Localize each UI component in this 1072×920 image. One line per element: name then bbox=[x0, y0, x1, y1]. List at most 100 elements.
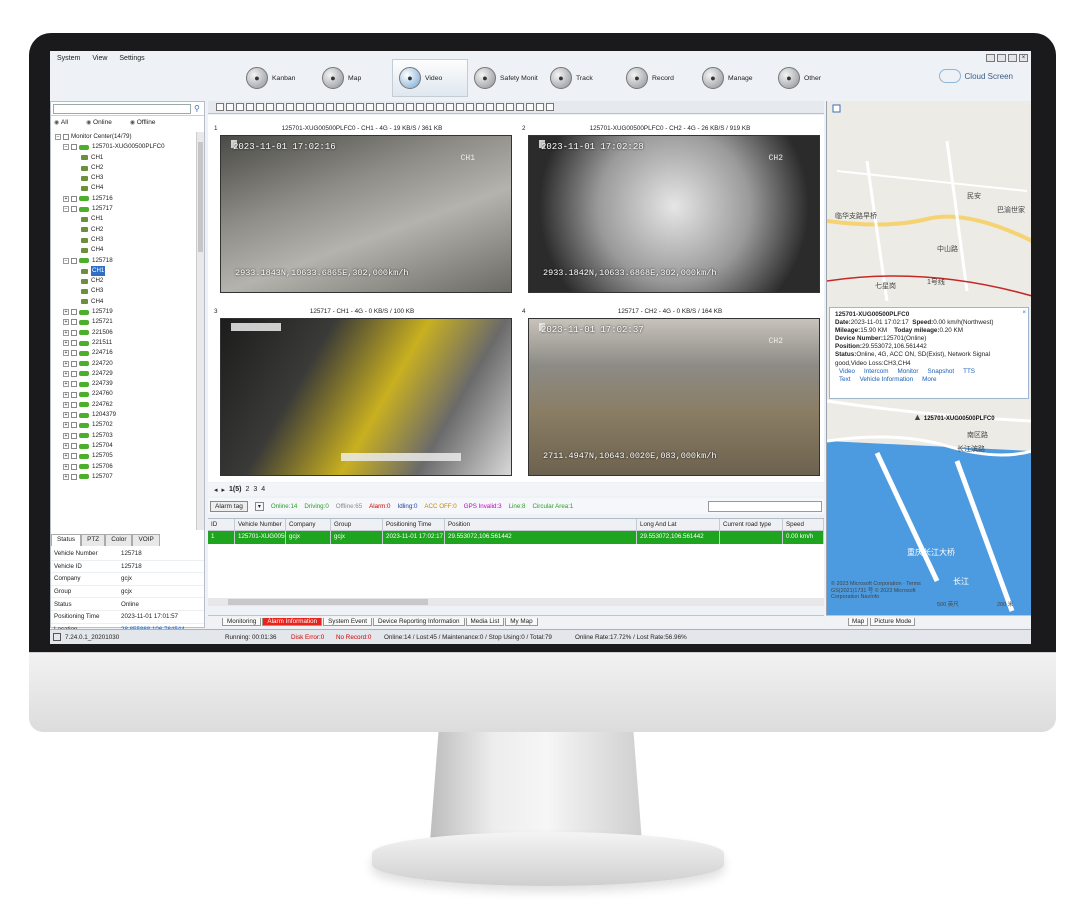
tree-channel[interactable]: CH4 bbox=[51, 245, 197, 255]
toolbar-button-icon[interactable] bbox=[366, 103, 374, 111]
grid-scrollbar[interactable] bbox=[208, 598, 824, 606]
tree-vehicle[interactable]: +224739 bbox=[51, 379, 197, 389]
tree-vehicle[interactable]: +125703 bbox=[51, 431, 197, 441]
alarm-stat[interactable]: Circular Area:1 bbox=[532, 503, 573, 510]
search-icon[interactable]: ⚲ bbox=[194, 104, 200, 113]
column-header[interactable]: Vehicle Number bbox=[235, 519, 286, 530]
toolbar-button-icon[interactable] bbox=[266, 103, 274, 111]
nav-map-button[interactable]: ● Map bbox=[316, 59, 392, 97]
toolbar-button-icon[interactable] bbox=[346, 103, 354, 111]
bottom-tab-alarm-information[interactable]: Alarm Information bbox=[262, 617, 323, 626]
popup-link-snapshot[interactable]: Snapshot bbox=[928, 368, 955, 375]
alarm-stat[interactable]: Idling:0 bbox=[397, 503, 417, 510]
video-page-tab[interactable]: 3 bbox=[253, 486, 257, 493]
video-page-tab[interactable]: 2 bbox=[245, 486, 249, 493]
tree-channel[interactable]: CH3 bbox=[51, 173, 197, 183]
tree-channel[interactable]: CH2 bbox=[51, 276, 197, 286]
map-tab-map[interactable]: Map bbox=[848, 617, 869, 626]
filter-offline[interactable]: Offline bbox=[130, 119, 156, 126]
toolbar-button-icon[interactable] bbox=[336, 103, 344, 111]
tab-ptz[interactable]: PTZ bbox=[81, 534, 106, 546]
expand-toggle-icon[interactable]: − bbox=[55, 134, 61, 141]
vehicle-marker[interactable]: ▲ 125701-XUG00500PLFC0 bbox=[913, 412, 995, 422]
map-tab-picture-mode[interactable]: Picture Mode bbox=[870, 617, 916, 626]
tree-channel[interactable]: CH2 bbox=[51, 163, 197, 173]
tree-channel[interactable]: CH2 bbox=[51, 225, 197, 235]
tree-channel[interactable]: CH1 bbox=[51, 265, 197, 277]
popup-link-intercom[interactable]: Intercom bbox=[864, 368, 889, 375]
next-page-icon[interactable]: ▸ bbox=[222, 486, 226, 494]
filter-all[interactable]: All bbox=[54, 119, 68, 126]
toolbar-button-icon[interactable] bbox=[436, 103, 444, 111]
expand-toggle-icon[interactable]: + bbox=[63, 329, 69, 336]
toolbar-button-icon[interactable] bbox=[506, 103, 514, 111]
restore-icon[interactable] bbox=[986, 54, 995, 62]
toolbar-button-icon[interactable] bbox=[546, 103, 554, 111]
tree-checkbox[interactable] bbox=[71, 195, 77, 202]
tree-vehicle[interactable]: +125706 bbox=[51, 462, 197, 472]
expand-toggle-icon[interactable]: + bbox=[63, 319, 69, 326]
popup-link-text[interactable]: Text bbox=[839, 376, 851, 383]
toolbar-button-icon[interactable] bbox=[466, 103, 474, 111]
tree-checkbox[interactable] bbox=[71, 443, 77, 450]
alarm-stat[interactable]: Offline:65 bbox=[336, 503, 362, 510]
bottom-tab-media-list[interactable]: Media List bbox=[465, 617, 505, 626]
alarm-stat[interactable]: Alarm:0 bbox=[369, 503, 390, 510]
video-cell[interactable]: 2 125701-XUG00500PLFC0 - CH2 - 4G - 26 KB… bbox=[516, 115, 824, 298]
tree-checkbox[interactable] bbox=[71, 463, 77, 470]
tree-vehicle[interactable]: +125707 bbox=[51, 472, 197, 482]
filter-online[interactable]: Online bbox=[86, 119, 112, 126]
nav-other-button[interactable]: ● Other bbox=[772, 59, 848, 97]
tree-vehicle[interactable]: +221511 bbox=[51, 338, 197, 348]
toolbar-button-icon[interactable] bbox=[526, 103, 534, 111]
expand-toggle-icon[interactable]: − bbox=[63, 257, 69, 264]
tree-checkbox[interactable] bbox=[71, 329, 77, 336]
tree-checkbox[interactable] bbox=[63, 134, 69, 141]
tree-vehicle[interactable]: − 125717 bbox=[51, 204, 197, 214]
toolbar-button-icon[interactable] bbox=[306, 103, 314, 111]
toolbar-button-icon[interactable] bbox=[516, 103, 524, 111]
toolbar-button-icon[interactable] bbox=[536, 103, 544, 111]
tree-vehicle[interactable]: +1204379 bbox=[51, 410, 197, 420]
expand-toggle-icon[interactable]: − bbox=[63, 206, 69, 213]
tree-vehicle[interactable]: +125716 bbox=[51, 194, 197, 204]
toolbar-button-icon[interactable] bbox=[456, 103, 464, 111]
column-header[interactable]: Company bbox=[286, 519, 331, 530]
menu-settings[interactable]: Settings bbox=[119, 55, 144, 65]
tree-checkbox[interactable] bbox=[71, 412, 77, 419]
column-header[interactable]: Long And Lat bbox=[637, 519, 720, 530]
expand-toggle-icon[interactable]: + bbox=[63, 443, 69, 450]
expand-toggle-icon[interactable]: + bbox=[63, 412, 69, 419]
tree-checkbox[interactable] bbox=[71, 370, 77, 377]
tree-checkbox[interactable] bbox=[71, 340, 77, 347]
column-header[interactable]: Current road type bbox=[720, 519, 783, 530]
video-feed[interactable]: 2023-11-01 17:02:37 CH2 2711.4947N,10643.0… bbox=[528, 318, 820, 476]
tree-checkbox[interactable] bbox=[71, 319, 77, 326]
toolbar-button-icon[interactable] bbox=[246, 103, 254, 111]
tree-checkbox[interactable] bbox=[71, 360, 77, 367]
tree-vehicle[interactable]: +224760 bbox=[51, 389, 197, 399]
minimize-icon[interactable] bbox=[997, 54, 1006, 62]
tree-checkbox[interactable] bbox=[71, 391, 77, 398]
tree-root[interactable]: − Monitor Center(14/79) bbox=[51, 132, 197, 142]
nav-manage-button[interactable]: ● Manage bbox=[696, 59, 772, 97]
nav-safety-monit-button[interactable]: ● Safety Monit bbox=[468, 59, 544, 97]
alarm-tag-dropdown-icon[interactable]: ▾ bbox=[254, 501, 264, 511]
tree-checkbox[interactable] bbox=[71, 144, 77, 151]
nav-record-button[interactable]: ● Record bbox=[620, 59, 696, 97]
toolbar-button-icon[interactable] bbox=[416, 103, 424, 111]
tree-vehicle[interactable]: +125702 bbox=[51, 420, 197, 430]
bottom-tab-system-event[interactable]: System Event bbox=[323, 617, 372, 626]
toolbar-button-icon[interactable] bbox=[276, 103, 284, 111]
expand-toggle-icon[interactable]: + bbox=[63, 309, 69, 316]
popup-close-icon[interactable]: × bbox=[1022, 309, 1026, 317]
tree-channel[interactable]: CH3 bbox=[51, 235, 197, 245]
tab-voip[interactable]: VOIP bbox=[132, 534, 160, 546]
popup-link-monitor[interactable]: Monitor bbox=[898, 368, 919, 375]
column-header[interactable]: ID bbox=[208, 519, 235, 530]
alarm-stat[interactable]: Driving:0 bbox=[304, 503, 328, 510]
bottom-tab-monitoring[interactable]: Monitoring bbox=[222, 617, 262, 626]
tree-channel[interactable]: CH4 bbox=[51, 297, 197, 307]
toolbar-button-icon[interactable] bbox=[316, 103, 324, 111]
toolbar-button-icon[interactable] bbox=[386, 103, 394, 111]
